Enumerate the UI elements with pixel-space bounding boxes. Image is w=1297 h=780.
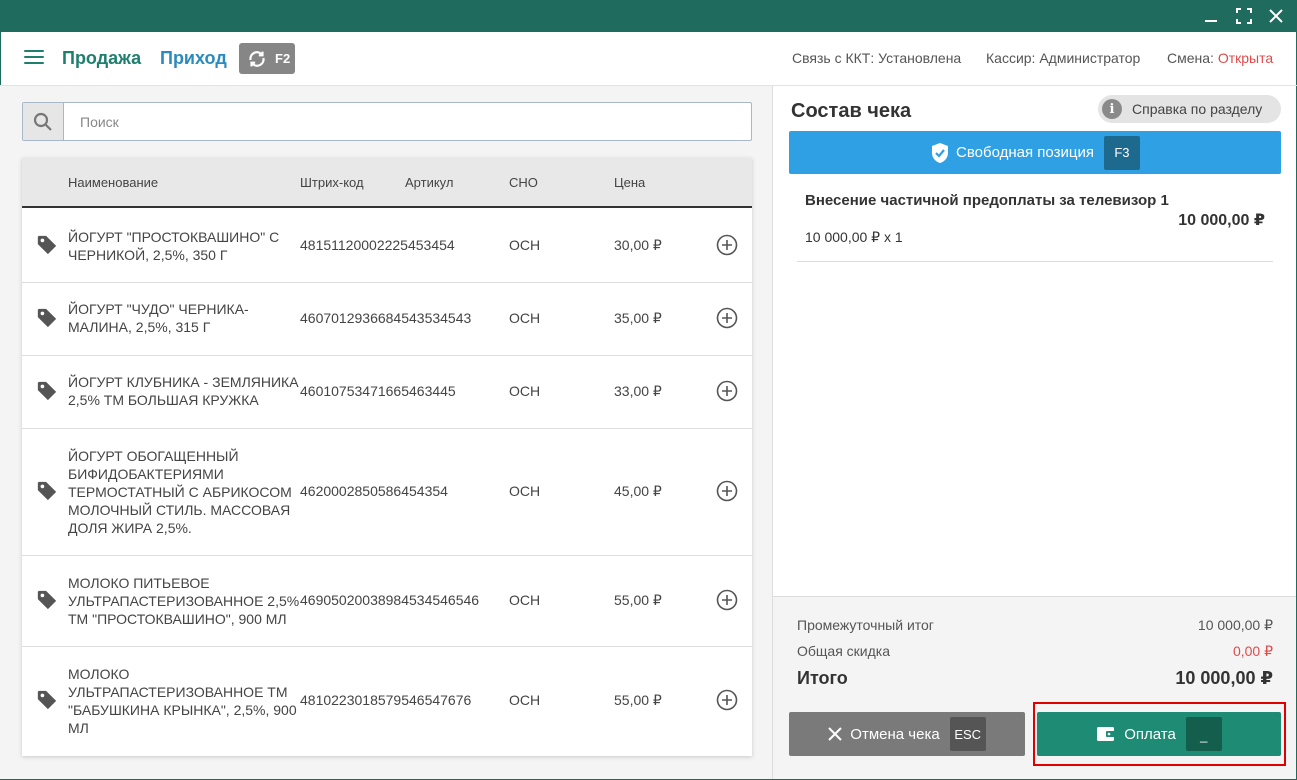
add-icon[interactable] xyxy=(716,307,738,329)
tag-icon xyxy=(37,481,57,501)
search-input[interactable] xyxy=(65,103,751,140)
subtotal-row: Промежуточный итог 10 000,00 ₽ xyxy=(797,617,1273,633)
product-name: ЙОГУРТ КЛУБНИКА - ЗЕМЛЯНИКА 2,5% ТМ БОЛЬ… xyxy=(68,374,299,408)
product-name: ЙОГУРТ ОБОГАЩЕННЫЙ БИФИДОБАКТЕРИЯМИ ТЕРМ… xyxy=(68,448,292,536)
product-tax: ОСН xyxy=(509,592,541,608)
tag-icon xyxy=(37,690,57,710)
sync-key: F2 xyxy=(275,51,291,66)
tag-icon xyxy=(37,381,57,401)
column-tax[interactable]: СНО xyxy=(509,175,538,190)
shift-status: Смена: Открыта xyxy=(1167,50,1273,66)
info-icon: i xyxy=(1102,99,1122,119)
free-position-label: Свободная позиция xyxy=(956,144,1094,161)
product-barcode: 4810223018579546547676 xyxy=(300,692,472,708)
product-price: 55,00 ₽ xyxy=(614,692,662,708)
product-price: 30,00 ₽ xyxy=(614,237,662,253)
receipt-item[interactable]: Внесение частичной предоплаты за телевиз… xyxy=(797,186,1273,262)
close-icon[interactable] xyxy=(1266,6,1286,26)
product-tax: ОСН xyxy=(509,383,541,399)
receipt-title: Состав чека xyxy=(791,100,912,122)
tag-icon xyxy=(37,590,57,610)
column-sku[interactable]: Артикул xyxy=(405,175,453,190)
product-barcode: 4620002850586454354 xyxy=(300,483,448,499)
product-price: 33,00 ₽ xyxy=(614,383,662,399)
window-titlebar xyxy=(0,0,1297,32)
add-icon[interactable] xyxy=(716,689,738,711)
discount-row: Общая скидка 0,00 ₽ xyxy=(797,643,1273,659)
subtotal-value: 10 000,00 ₽ xyxy=(1197,617,1273,633)
pay-key: _ xyxy=(1185,717,1222,751)
pay-button[interactable]: Оплата _ xyxy=(1037,712,1281,756)
product-name: ЙОГУРТ "ЧУДО" ЧЕРНИКА-МАЛИНА, 2,5%, 315 … xyxy=(68,301,249,335)
product-table: Наименование Штрих-код Артикул СНО Цена … xyxy=(22,158,752,756)
add-icon[interactable] xyxy=(716,589,738,611)
product-price: 45,00 ₽ xyxy=(614,483,662,499)
subtotal-label: Промежуточный итог xyxy=(797,617,934,633)
search-icon[interactable] xyxy=(23,103,64,140)
receipt-item-total: 10 000,00 ₽ xyxy=(1178,212,1265,229)
shift-value: Открыта xyxy=(1217,50,1274,66)
product-tax: ОСН xyxy=(509,310,541,326)
discount-value: 0,00 ₽ xyxy=(1232,643,1273,659)
add-icon[interactable] xyxy=(716,234,738,256)
total-label: Итого xyxy=(797,668,848,688)
column-barcode[interactable]: Штрих-код xyxy=(300,175,364,190)
cashier-status: Кассир: Администратор xyxy=(986,50,1141,66)
cancel-receipt-button[interactable]: Отмена чека ESC xyxy=(789,712,1025,756)
table-row[interactable]: МОЛОКО ПИТЬЕВОЕ УЛЬТРАПАСТЕРИЗОВАННОЕ 2,… xyxy=(22,556,752,647)
product-tax: ОСН xyxy=(509,237,541,253)
free-position-key: F3 xyxy=(1103,135,1140,170)
table-header: Наименование Штрих-код Артикул СНО Цена xyxy=(22,158,752,208)
app-header: Продажа Приход F2 Связь с ККТ: Установле… xyxy=(0,32,1297,86)
add-icon[interactable] xyxy=(716,480,738,502)
menu-icon[interactable] xyxy=(24,50,44,66)
table-row[interactable]: МОЛОКО УЛЬТРАПАСТЕРИЗОВАННОЕ ТМ "БАБУШКИ… xyxy=(22,647,752,756)
shield-check-icon xyxy=(932,142,949,163)
table-row[interactable]: ЙОГУРТ КЛУБНИКА - ЗЕМЛЯНИКА 2,5% ТМ БОЛЬ… xyxy=(22,356,752,429)
free-position-button[interactable]: Свободная позиция F3 xyxy=(789,131,1281,174)
sync-button[interactable]: F2 xyxy=(239,43,295,74)
product-tax: ОСН xyxy=(509,692,541,708)
product-name: МОЛОКО УЛЬТРАПАСТЕРИЗОВАННОЕ ТМ "БАБУШКИ… xyxy=(68,666,297,736)
nav-sale[interactable]: Продажа xyxy=(62,48,141,69)
product-panel: Наименование Штрих-код Артикул СНО Цена … xyxy=(0,86,773,779)
search-box xyxy=(22,102,752,141)
help-label: Справка по разделу xyxy=(1132,101,1263,117)
product-price: 35,00 ₽ xyxy=(614,310,662,326)
product-tax: ОСН xyxy=(509,483,541,499)
product-price: 55,00 ₽ xyxy=(614,592,662,608)
minimize-icon[interactable] xyxy=(1201,6,1221,26)
maximize-icon[interactable] xyxy=(1234,6,1254,26)
product-barcode: 4815112000222545345​4 xyxy=(300,237,455,253)
product-name: ЙОГУРТ "ПРОСТОКВАШИНО" С ЧЕРНИКОЙ, 2,5%,… xyxy=(68,229,280,263)
column-price[interactable]: Цена xyxy=(614,175,645,190)
help-button[interactable]: i Справка по разделу xyxy=(1098,95,1281,123)
add-icon[interactable] xyxy=(716,380,738,402)
table-row[interactable]: ЙОГУРТ ОБОГАЩЕННЫЙ БИФИДОБАКТЕРИЯМИ ТЕРМ… xyxy=(22,429,752,556)
shift-label: Смена: xyxy=(1167,50,1214,66)
wallet-icon xyxy=(1097,727,1116,741)
kkt-status: Связь с ККТ: Установлена xyxy=(792,50,962,66)
table-row[interactable]: ЙОГУРТ "ЧУДО" ЧЕРНИКА-МАЛИНА, 2,5%, 315 … xyxy=(22,283,752,356)
nav-income[interactable]: Приход xyxy=(160,48,227,69)
tag-icon xyxy=(37,235,57,255)
receipt-panel: Состав чека i Справка по разделу Свободн… xyxy=(773,86,1296,779)
table-row[interactable]: ЙОГУРТ "ПРОСТОКВАШИНО" С ЧЕРНИКОЙ, 2,5%,… xyxy=(22,210,752,283)
discount-label: Общая скидка xyxy=(797,643,891,659)
total-value: 10 000,00 ₽ xyxy=(1175,668,1273,688)
receipt-item-qty: 10 000,00 ₽ x 1 xyxy=(805,229,903,245)
product-barcode: 4607012936684543534543 xyxy=(300,310,472,326)
cancel-receipt-key: ESC xyxy=(949,717,986,751)
pay-label: Оплата xyxy=(1124,725,1176,743)
product-barcode: 4690502003898453454654​6 xyxy=(300,592,480,608)
cancel-receipt-label: Отмена чека xyxy=(850,725,940,743)
total-row: Итого 10 000,00 ₽ xyxy=(797,668,1273,689)
tag-icon xyxy=(37,308,57,328)
product-barcode: 46010753471665463445 xyxy=(300,383,456,399)
column-name[interactable]: Наименование xyxy=(68,175,158,190)
receipt-item-name: Внесение частичной предоплаты за телевиз… xyxy=(805,192,1169,209)
sync-icon xyxy=(249,50,265,67)
close-icon xyxy=(828,727,843,741)
product-name: МОЛОКО ПИТЬЕВОЕ УЛЬТРАПАСТЕРИЗОВАННОЕ 2,… xyxy=(68,575,300,627)
